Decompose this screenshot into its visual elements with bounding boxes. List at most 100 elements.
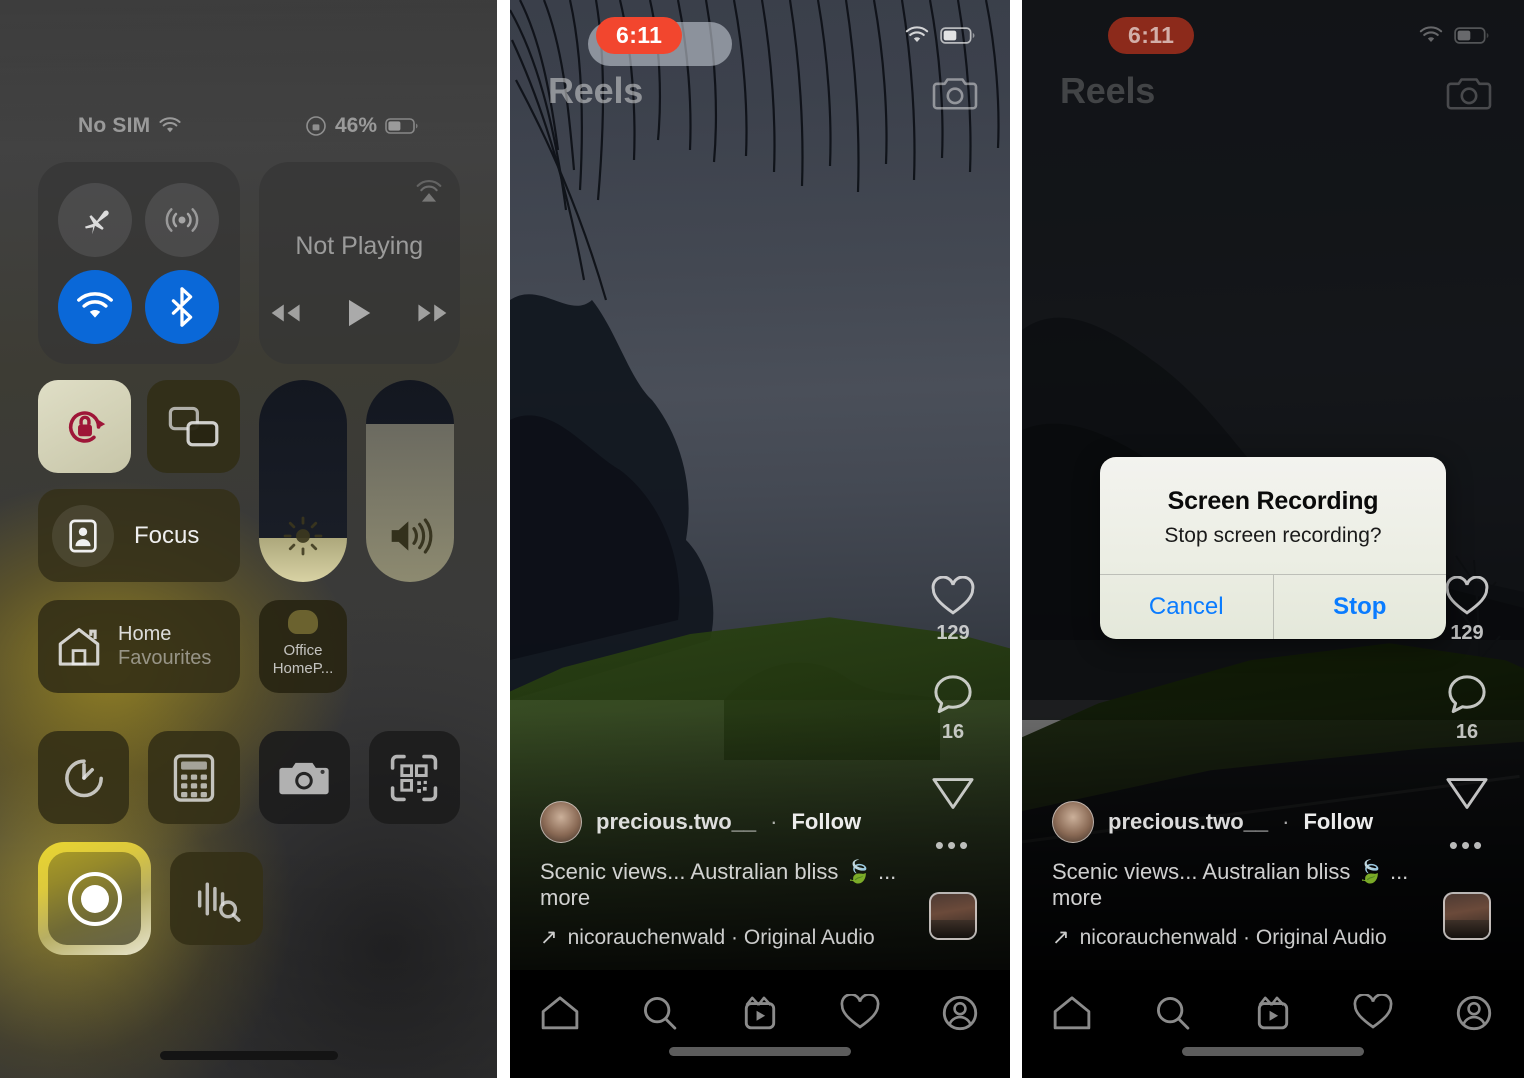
tab-profile[interactable]: [940, 994, 980, 1032]
rotation-lock-status-icon: [306, 116, 326, 136]
media-title: Not Playing: [295, 231, 424, 260]
reels-title: Reels: [1060, 70, 1156, 111]
instagram-tab-bar: [1022, 970, 1524, 1078]
tab-home[interactable]: [1052, 994, 1092, 1032]
tab-activity[interactable]: [840, 994, 880, 1032]
tab-profile[interactable]: [1454, 994, 1494, 1032]
sound-recognition-icon: [197, 882, 241, 922]
follow-button[interactable]: Follow: [791, 809, 861, 835]
panel-divider-2: [1010, 0, 1022, 1078]
calculator-shortcut[interactable]: [148, 731, 240, 824]
share-button[interactable]: [1445, 772, 1489, 812]
alert-title: Screen Recording: [1167, 487, 1379, 515]
user-avatar[interactable]: [1052, 801, 1094, 843]
tab-search[interactable]: [640, 994, 680, 1032]
tab-reels[interactable]: [1253, 994, 1293, 1032]
comment-button[interactable]: 16: [932, 673, 974, 744]
brightness-slider[interactable]: [259, 380, 347, 582]
rotation-lock-toggle[interactable]: [38, 380, 131, 473]
screen-record-button[interactable]: [38, 842, 151, 955]
sound-recognition-shortcut[interactable]: [170, 852, 263, 945]
wifi-icon: [905, 25, 929, 42]
home-favourites-tile[interactable]: Home Favourites: [38, 600, 240, 693]
recording-time-pill[interactable]: 6:11: [1108, 16, 1195, 54]
share-button[interactable]: [931, 772, 975, 812]
tab-search[interactable]: [1153, 994, 1193, 1032]
reel-status-bar: 6:11: [1022, 14, 1524, 56]
share-icon: [932, 778, 974, 809]
caption-text[interactable]: Scenic views... Australian bliss 🍃 ... m…: [540, 859, 900, 911]
wifi-icon: [159, 117, 181, 133]
volume-icon: [391, 518, 433, 554]
homepod-tile[interactable]: Office HomeP...: [259, 600, 347, 693]
username-label[interactable]: precious.two__: [596, 809, 756, 835]
control-center-status-bar: No SIM 46%: [0, 108, 497, 144]
screen-mirroring-toggle[interactable]: [147, 380, 240, 473]
airplay-icon[interactable]: [412, 174, 446, 208]
camera-icon[interactable]: [1446, 72, 1492, 114]
like-button[interactable]: 129: [1445, 576, 1489, 645]
brightness-icon: [283, 516, 323, 556]
focus-toggle[interactable]: Focus: [38, 489, 240, 582]
media-playback-tile[interactable]: Not Playing: [258, 162, 460, 364]
more-options-icon[interactable]: •••: [1449, 832, 1485, 858]
fast-forward-icon[interactable]: [416, 302, 450, 324]
alert-message: Stop screen recording?: [1164, 524, 1382, 547]
instagram-tab-bar: [510, 970, 1010, 1078]
wifi-icon: [1419, 25, 1443, 42]
airplane-mode-icon: [85, 210, 110, 234]
cellular-data-icon: [165, 207, 199, 232]
comment-button[interactable]: 16: [1446, 673, 1488, 744]
timer-shortcut[interactable]: [38, 731, 130, 824]
more-options-icon[interactable]: •••: [935, 832, 971, 858]
homepod-icon: [288, 610, 318, 634]
audio-thumbnail[interactable]: [929, 892, 977, 940]
battery-icon: [1454, 26, 1489, 44]
wifi-toggle-icon: [77, 291, 114, 318]
audio-thumbnail[interactable]: [1443, 892, 1491, 940]
rewind-icon[interactable]: [268, 302, 302, 324]
airplane-mode-toggle[interactable]: [58, 182, 133, 257]
reels-title: Reels: [548, 70, 644, 111]
home-indicator: [1182, 1047, 1364, 1056]
play-icon[interactable]: [346, 298, 372, 328]
battery-percent-label: 46%: [334, 114, 377, 137]
tab-reels[interactable]: [740, 994, 780, 1032]
audio-attribution[interactable]: ↗ nicorauchenwald · Original Audio: [540, 925, 900, 950]
user-avatar[interactable]: [540, 801, 582, 843]
focus-label: Focus: [134, 521, 200, 549]
recording-time-pill[interactable]: 6:11: [596, 16, 683, 54]
panel-divider-1: [497, 0, 510, 1078]
separator: ·: [1282, 809, 1290, 834]
comment-icon: [934, 675, 972, 714]
qr-scanner-shortcut[interactable]: [368, 731, 460, 824]
camera-shortcut[interactable]: [258, 731, 350, 824]
like-button[interactable]: 129: [931, 576, 975, 645]
cancel-button[interactable]: Cancel: [1100, 575, 1273, 639]
wifi-toggle[interactable]: [58, 269, 133, 344]
rotation-lock-icon: [68, 410, 105, 443]
camera-icon[interactable]: [932, 72, 978, 114]
connectivity-tile[interactable]: [38, 162, 240, 364]
comment-icon: [1448, 675, 1486, 714]
camera-icon: [279, 762, 329, 794]
follow-button[interactable]: Follow: [1303, 809, 1373, 835]
bluetooth-toggle-icon: [171, 286, 193, 327]
control-center-grid: Not Playing Focus Home Favourites Office…: [38, 162, 460, 955]
reel-action-rail: 129 16 •••: [910, 576, 996, 940]
audio-attribution[interactable]: ↗ nicorauchenwald · Original Audio: [1052, 925, 1414, 950]
username-label[interactable]: precious.two__: [1108, 809, 1268, 835]
home-subtitle: Favourites: [118, 646, 212, 669]
battery-icon: [385, 118, 418, 134]
volume-slider[interactable]: [366, 380, 454, 582]
bluetooth-toggle[interactable]: [145, 269, 220, 344]
cellular-data-toggle[interactable]: [145, 182, 220, 257]
heart-icon: [1445, 576, 1489, 615]
tab-activity[interactable]: [1353, 994, 1393, 1032]
home-indicator: [159, 1051, 338, 1060]
audio-arrow-icon: ↗: [540, 926, 558, 949]
heart-icon: [931, 576, 975, 615]
tab-home[interactable]: [540, 994, 580, 1032]
caption-text[interactable]: Scenic views... Australian bliss 🍃 ... m…: [1052, 859, 1414, 911]
stop-button[interactable]: Stop: [1272, 575, 1447, 639]
